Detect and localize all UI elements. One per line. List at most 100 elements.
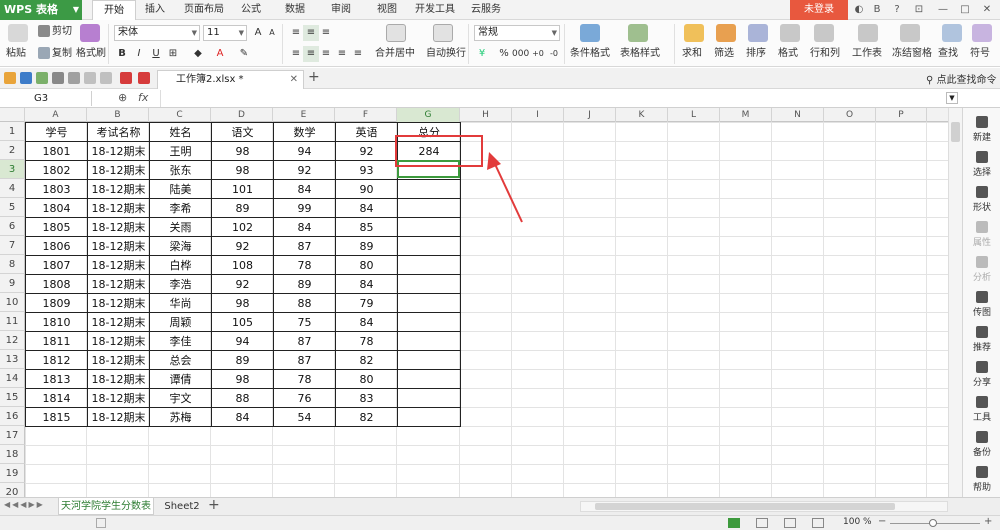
table-cell[interactable]: 王明 (149, 141, 212, 161)
underline-icon[interactable]: U (148, 46, 164, 62)
export-icon[interactable] (36, 72, 48, 84)
table-cell[interactable]: 总会 (149, 350, 212, 370)
table-header-cell[interactable]: 英语 (335, 122, 398, 142)
row-header-13[interactable]: 13 (0, 350, 25, 369)
table-cell[interactable]: 76 (273, 388, 336, 408)
sheet-tab-sheet2[interactable]: Sheet2 (160, 498, 204, 515)
row-header-12[interactable]: 12 (0, 331, 25, 350)
maximize-icon[interactable]: □ (958, 3, 972, 17)
table-cell[interactable]: 周颖 (149, 312, 212, 332)
table-cell[interactable]: 79 (335, 293, 398, 313)
row-header-5[interactable]: 5 (0, 198, 25, 217)
task-pane-backup-button[interactable]: 备份 (963, 431, 1000, 458)
table-cell[interactable]: 李浩 (149, 274, 212, 294)
row-header-1[interactable]: 1 (0, 122, 25, 141)
table-cell[interactable]: 98 (211, 293, 274, 313)
merge-center-button[interactable]: 合并居中 (375, 48, 415, 60)
wrap-text-button[interactable]: 自动换行 (426, 48, 466, 60)
table-cell[interactable]: 1802 (25, 160, 88, 180)
table-cell[interactable]: 80 (335, 255, 398, 275)
help-icon[interactable]: ? (890, 3, 904, 17)
horizontal-scroll-thumb[interactable] (595, 503, 895, 510)
table-cell[interactable] (397, 350, 461, 370)
save-icon[interactable] (20, 72, 32, 84)
open-icon[interactable] (4, 72, 16, 84)
row-header-7[interactable]: 7 (0, 236, 25, 255)
font-size-select[interactable]: 11 ▼ (203, 25, 247, 41)
border-icon[interactable]: ⊞ (165, 46, 181, 62)
wrap-text-icon[interactable] (433, 24, 453, 42)
sort-icon[interactable] (748, 24, 768, 42)
row-header-2[interactable]: 2 (0, 141, 25, 160)
table-cell[interactable]: 1806 (25, 236, 88, 256)
close-icon[interactable]: ✕ (980, 3, 994, 17)
document-tab[interactable]: 工作簿2.xlsx * ✕ (157, 70, 304, 89)
format-painter-icon[interactable] (80, 24, 100, 42)
cut-button[interactable]: 剪切 (38, 25, 72, 38)
zoom-out-icon[interactable]: − (878, 516, 886, 527)
tab-cloud[interactable]: 云服务 (466, 0, 506, 20)
table-cell[interactable]: 18-12期末 (87, 236, 150, 256)
omega-icon[interactable] (972, 24, 992, 42)
justify-icon[interactable]: ≡ (334, 46, 350, 62)
align-left-icon[interactable]: ≡ (288, 46, 304, 62)
column-header-h[interactable]: H (460, 108, 512, 122)
format-painter-button[interactable]: 格式刷 (76, 48, 106, 60)
table-cell[interactable]: 90 (335, 179, 398, 199)
find-button[interactable]: 查找 (938, 48, 958, 60)
table-cell[interactable]: 88 (273, 293, 336, 313)
row-header-3[interactable]: 3 (0, 160, 25, 179)
sheet-nav-icon[interactable]: ◀◀◀▶▶ (4, 500, 45, 509)
table-cell[interactable]: 84 (335, 312, 398, 332)
row-header-4[interactable]: 4 (0, 179, 25, 198)
table-cell[interactable]: 1807 (25, 255, 88, 275)
fx-icon[interactable]: fx (138, 91, 148, 104)
wps-cloud-icon[interactable] (120, 72, 132, 84)
normal-view-icon[interactable] (728, 518, 740, 528)
table-cell[interactable]: 18-12期末 (87, 407, 150, 427)
column-header-a[interactable]: A (25, 108, 87, 122)
column-header-c[interactable]: C (149, 108, 211, 122)
table-cell[interactable]: 78 (273, 369, 336, 389)
column-header-i[interactable]: I (512, 108, 564, 122)
vertical-scroll-thumb[interactable] (951, 122, 960, 142)
table-cell[interactable]: 18-12期末 (87, 160, 150, 180)
row-header-19[interactable]: 19 (0, 464, 25, 483)
score-table[interactable]: 学号 考试名称 姓名 语文 数学 英语 总分 1801 18-12期末 王明 98 94 92 284 18… (25, 122, 461, 427)
login-button[interactable]: 未登录 (790, 0, 848, 20)
table-cell[interactable] (397, 255, 461, 275)
task-pane-send-image-button[interactable]: 传图 (963, 291, 1000, 318)
font-name-select[interactable]: 宋体 ▼ (114, 25, 200, 41)
table-cell[interactable]: 102 (211, 217, 274, 237)
task-pane-share-button[interactable]: 分享 (963, 361, 1000, 388)
wps-office-icon[interactable] (138, 72, 150, 84)
table-cell[interactable]: 李佳 (149, 331, 212, 351)
table-cell[interactable]: 87 (273, 350, 336, 370)
row-header-17[interactable]: 17 (0, 426, 25, 445)
table-cell[interactable]: 谭倩 (149, 369, 212, 389)
restore-window-icon[interactable]: ⊡ (912, 3, 926, 17)
currency-icon[interactable]: ¥ (474, 46, 490, 62)
sheet-tab-scores[interactable]: 天河学院学生分数表 (58, 498, 154, 515)
rows-cols-button[interactable]: 行和列 (810, 48, 840, 60)
sort-button[interactable]: 排序 (746, 48, 766, 60)
table-cell[interactable]: 84 (273, 179, 336, 199)
column-header-n[interactable]: N (772, 108, 824, 122)
skin-icon[interactable]: ◐ (852, 3, 866, 17)
distributed-icon[interactable]: ≡ (350, 46, 366, 62)
table-cell[interactable]: 1815 (25, 407, 88, 427)
table-cell[interactable]: 苏梅 (149, 407, 212, 427)
row-header-8[interactable]: 8 (0, 255, 25, 274)
column-header-b[interactable]: B (87, 108, 149, 122)
name-box[interactable]: G3 (2, 91, 92, 106)
table-cell[interactable] (397, 236, 461, 256)
column-header-l[interactable]: L (668, 108, 720, 122)
zoom-in-icon[interactable]: ⊕ (118, 91, 127, 104)
add-sheet-icon[interactable]: + (208, 497, 220, 513)
table-cell[interactable]: 18-12期末 (87, 255, 150, 275)
task-pane-tools-button[interactable]: 工具 (963, 396, 1000, 423)
table-cell[interactable]: 83 (335, 388, 398, 408)
table-cell[interactable] (397, 198, 461, 218)
table-header-cell[interactable]: 学号 (25, 122, 88, 142)
select-all-corner[interactable] (0, 108, 25, 122)
